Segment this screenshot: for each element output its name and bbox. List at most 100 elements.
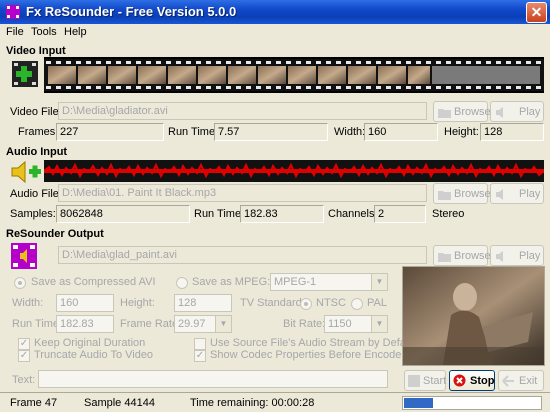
mpeg-format-select[interactable]: MPEG-1 ▼ <box>270 273 388 291</box>
audio-add-icon[interactable] <box>10 159 42 185</box>
chevron-down-icon: ▼ <box>371 274 387 290</box>
speaker-icon <box>496 107 503 118</box>
exit-label: Exit <box>519 375 538 387</box>
height-label: Height: <box>444 126 479 138</box>
save-avi-radio[interactable] <box>14 277 26 289</box>
pal-label: PAL <box>367 297 387 309</box>
status-bar: Frame 47 Sample 44144 Time remaining: 00… <box>0 392 550 412</box>
truncate-audio-checkbox[interactable]: ✓ <box>18 350 30 362</box>
save-mpeg-radio[interactable] <box>176 277 188 289</box>
output-browse-label: Browse <box>454 250 491 262</box>
status-frame: Frame 47 <box>10 397 58 409</box>
progress-fill <box>404 398 433 408</box>
use-source-audio-checkbox[interactable] <box>194 338 206 350</box>
output-play-button[interactable]: Play <box>490 245 544 266</box>
frames-label: Frames: <box>18 126 59 138</box>
stop-button[interactable]: Stop <box>449 370 495 391</box>
menu-help[interactable]: Help <box>64 26 87 38</box>
audio-file-label: Audio File: <box>10 188 62 200</box>
show-codec-label: Show Codec Properties Before Encode <box>210 349 402 361</box>
audio-runtime-label: Run Time: <box>194 208 245 220</box>
menu-file[interactable]: File <box>6 26 24 38</box>
output-file-field[interactable]: D:\Media\glad_paint.avi <box>58 246 427 264</box>
framerate-value: 29.97 <box>178 318 206 330</box>
output-browse-button[interactable]: Browse <box>433 245 491 266</box>
status-time-remaining: Time remaining: 00:00:28 <box>190 397 315 409</box>
text-label: Text: <box>12 374 36 386</box>
folder-icon <box>438 109 451 118</box>
stop-label: Stop <box>470 375 495 387</box>
tv-standard-label: TV Standard: <box>240 297 305 309</box>
video-file-label: Video File: <box>10 106 62 118</box>
menu-tools[interactable]: Tools <box>31 26 57 38</box>
output-icon[interactable] <box>10 242 42 270</box>
pal-radio[interactable] <box>351 298 363 310</box>
save-avi-label: Save as Compressed AVI <box>31 276 156 288</box>
close-button[interactable]: ✕ <box>526 2 547 23</box>
channels-value: 2 <box>374 205 426 223</box>
bitrate-label: Bit Rate: <box>283 318 326 330</box>
window-title: Fx ReSounder - Free Version 5.0.0 <box>26 4 237 19</box>
video-play-label: Play <box>519 106 541 118</box>
output-runtime-field[interactable]: 182.83 <box>56 315 114 333</box>
video-section-title: Video Input <box>6 45 66 57</box>
channel-mode: Stereo <box>432 208 465 220</box>
audio-section-title: Audio Input <box>6 146 68 158</box>
title-bar: Fx ReSounder - Free Version 5.0.0 ✕ <box>0 0 550 24</box>
output-section-title: ReSounder Output <box>6 228 104 240</box>
height-value: 128 <box>480 123 544 141</box>
video-browse-button[interactable]: Browse <box>433 101 491 122</box>
folder-icon <box>438 253 451 262</box>
stop-icon <box>453 374 466 387</box>
channels-label: Channels: <box>328 208 378 220</box>
video-file-field[interactable]: D:\Media\gladiator.avi <box>58 102 427 120</box>
width-label: Width: <box>334 126 366 138</box>
framerate-select[interactable]: 29.97 ▼ <box>174 315 232 333</box>
text-input[interactable] <box>38 370 388 388</box>
show-codec-checkbox[interactable]: ✓ <box>194 350 206 362</box>
video-play-button[interactable]: Play <box>490 101 544 122</box>
output-play-label: Play <box>519 250 541 262</box>
keep-duration-label: Keep Original Duration <box>34 337 146 349</box>
speaker-icon <box>496 251 503 262</box>
audio-play-button[interactable]: Play <box>490 183 544 204</box>
audio-waveform <box>43 160 545 182</box>
video-runtime-value: 7.57 <box>214 123 328 141</box>
chevron-down-icon: ▼ <box>215 316 231 332</box>
video-add-icon[interactable] <box>10 59 42 89</box>
ntsc-radio[interactable] <box>300 298 312 310</box>
width-value: 160 <box>364 123 438 141</box>
exit-button[interactable]: Exit <box>498 370 544 391</box>
preview-frame-image <box>403 267 544 365</box>
exit-icon <box>502 375 514 387</box>
output-runtime-label: Run Time: <box>12 318 63 330</box>
progress-bar <box>402 396 542 410</box>
folder-icon <box>438 191 451 200</box>
video-frames-preview <box>44 59 544 91</box>
output-width-field[interactable]: 160 <box>56 294 114 312</box>
start-button[interactable]: Start <box>404 370 446 391</box>
waveform-graphic <box>43 160 545 182</box>
bitrate-value: 1150 <box>328 318 352 330</box>
truncate-audio-label: Truncate Audio To Video <box>34 349 154 361</box>
audio-browse-button[interactable]: Browse <box>433 183 491 204</box>
save-mpeg-label: Save as MPEG: <box>192 276 271 288</box>
audio-browse-label: Browse <box>454 188 491 200</box>
samples-label: Samples: <box>10 208 56 220</box>
keep-duration-checkbox[interactable]: ✓ <box>18 338 30 350</box>
bitrate-select[interactable]: 1150 ▼ <box>324 315 388 333</box>
audio-file-field[interactable]: D:\Media\01. Paint It Black.mp3 <box>58 184 427 202</box>
framerate-label: Frame Rate: <box>120 318 182 330</box>
ntsc-label: NTSC <box>316 297 346 309</box>
video-preview <box>402 266 545 366</box>
output-height-field[interactable]: 128 <box>174 294 232 312</box>
mpeg-format-value: MPEG-1 <box>274 276 317 288</box>
output-width-label: Width: <box>12 297 44 309</box>
samples-value: 8062848 <box>56 205 190 223</box>
app-icon <box>5 4 21 20</box>
output-height-label: Height: <box>120 297 155 309</box>
video-browse-label: Browse <box>454 106 491 118</box>
status-sample: Sample 44144 <box>84 397 155 409</box>
start-icon <box>408 375 420 387</box>
start-label: Start <box>423 375 447 387</box>
